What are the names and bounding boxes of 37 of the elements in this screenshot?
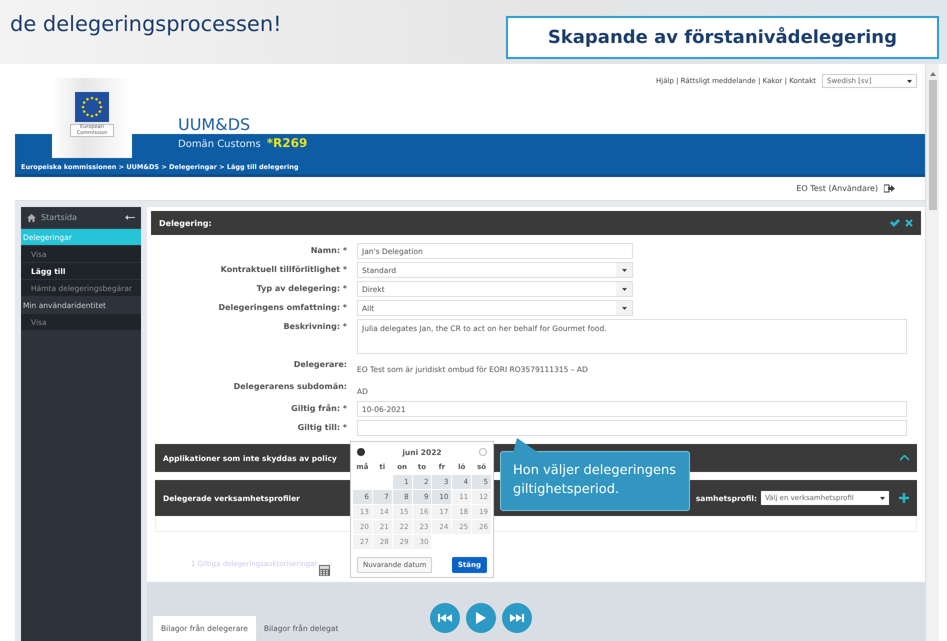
date-field[interactable] (357, 420, 907, 436)
scrollbar-thumb[interactable] (928, 80, 936, 210)
previous-month-icon[interactable] (357, 448, 365, 456)
scroll-up-icon[interactable] (930, 72, 936, 76)
skip-back-icon (438, 614, 452, 622)
calculator-icon[interactable] (319, 565, 330, 576)
home-link[interactable]: Startsida (41, 213, 120, 222)
caret-icon (622, 268, 626, 272)
collapse-icon[interactable] (125, 215, 135, 220)
caret-icon (907, 80, 912, 82)
close-icon[interactable] (905, 219, 913, 227)
check-icon[interactable] (890, 219, 900, 227)
field-label: Giltig till: * (296, 422, 347, 432)
play-icon (476, 612, 486, 624)
chevron-up-icon[interactable] (900, 455, 909, 461)
skip-forward-icon (510, 614, 524, 622)
field-label: Namn: * (310, 245, 347, 255)
app-title: UUM&DS (178, 115, 250, 134)
field-label: Kontraktuell tillförlitlighet * (220, 264, 347, 274)
field-label: Delegerarens subdomän: (232, 381, 347, 391)
caret-icon (880, 496, 885, 500)
banner-text: de delegeringsprocessen! (10, 12, 282, 36)
field-label: Delegerare: (292, 359, 347, 369)
user-name: EO Test (Användare) (796, 184, 878, 193)
add-icon[interactable] (899, 493, 909, 503)
caret-icon (622, 288, 626, 290)
panel-title: Delegering: (159, 218, 212, 228)
home-icon (27, 214, 36, 222)
logout-icon[interactable] (884, 184, 895, 193)
caret-icon (622, 306, 626, 310)
callout-text: Hon väljer delegeringens giltighetsperiod. (513, 462, 677, 499)
field-label: Beskrivning: * (282, 321, 347, 331)
domain-label: Domän Customs *R269 (178, 136, 308, 150)
field-label: Delegeringens omfattning: * (217, 302, 347, 312)
banner-title: Skapande av förstanivådelegering (506, 16, 939, 59)
field-label: Typ av delegering: * (256, 283, 347, 293)
field-label: Giltig från: * (290, 403, 347, 413)
